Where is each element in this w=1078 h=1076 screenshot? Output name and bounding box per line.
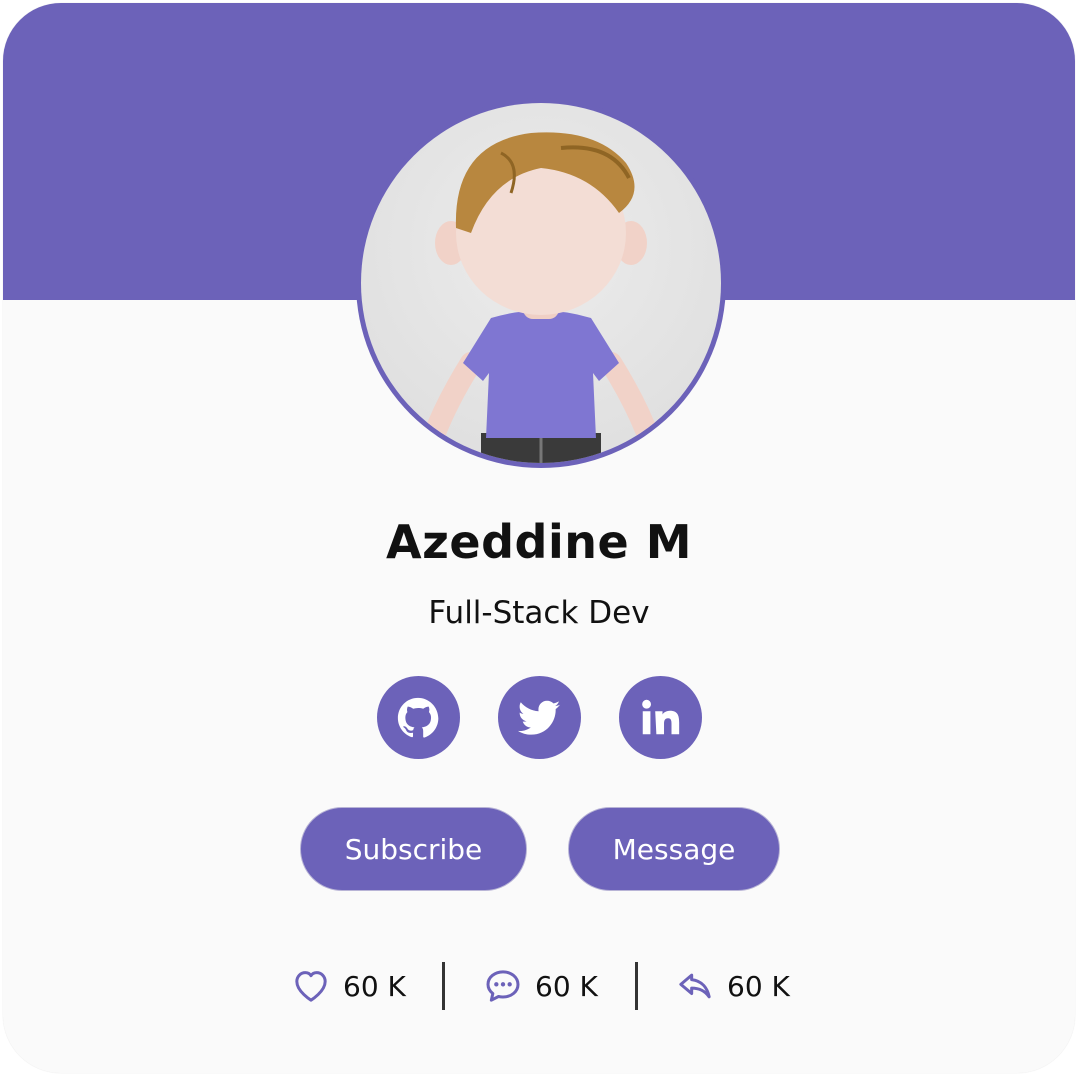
likes-stat[interactable]: 60 K xyxy=(291,960,406,1012)
avatar-image xyxy=(361,103,721,463)
stats-row: 60 K 60 K 60 K xyxy=(3,960,1075,1012)
shares-stat[interactable]: 60 K xyxy=(675,960,790,1012)
reply-icon xyxy=(679,973,711,999)
twitter-link[interactable] xyxy=(497,676,581,759)
linkedin-icon xyxy=(642,699,680,734)
profile-card: Azeddine M Full-Stack Dev Subscribe Mess… xyxy=(3,3,1075,1073)
github-link[interactable] xyxy=(376,676,460,759)
profile-role: Full-Stack Dev xyxy=(428,595,650,631)
social-links xyxy=(3,676,1075,759)
action-buttons: Subscribe Message xyxy=(3,807,1075,892)
message-button[interactable]: Message xyxy=(568,807,780,891)
avatar-illustration xyxy=(422,132,660,463)
shares-count: 60 K xyxy=(727,969,790,1003)
comment-icon xyxy=(486,970,520,1002)
twitter-icon xyxy=(517,700,561,735)
comments-count: 60 K xyxy=(535,969,598,1003)
comments-stat[interactable]: 60 K xyxy=(483,960,598,1012)
github-icon xyxy=(397,697,439,738)
profile-name: Azeddine M xyxy=(386,515,692,569)
stats-divider xyxy=(635,962,638,1010)
heart-icon xyxy=(295,971,327,1002)
subscribe-button[interactable]: Subscribe xyxy=(300,807,527,891)
stats-divider xyxy=(442,962,445,1010)
avatar xyxy=(356,98,726,468)
likes-count: 60 K xyxy=(343,969,406,1003)
linkedin-link[interactable] xyxy=(618,676,702,759)
